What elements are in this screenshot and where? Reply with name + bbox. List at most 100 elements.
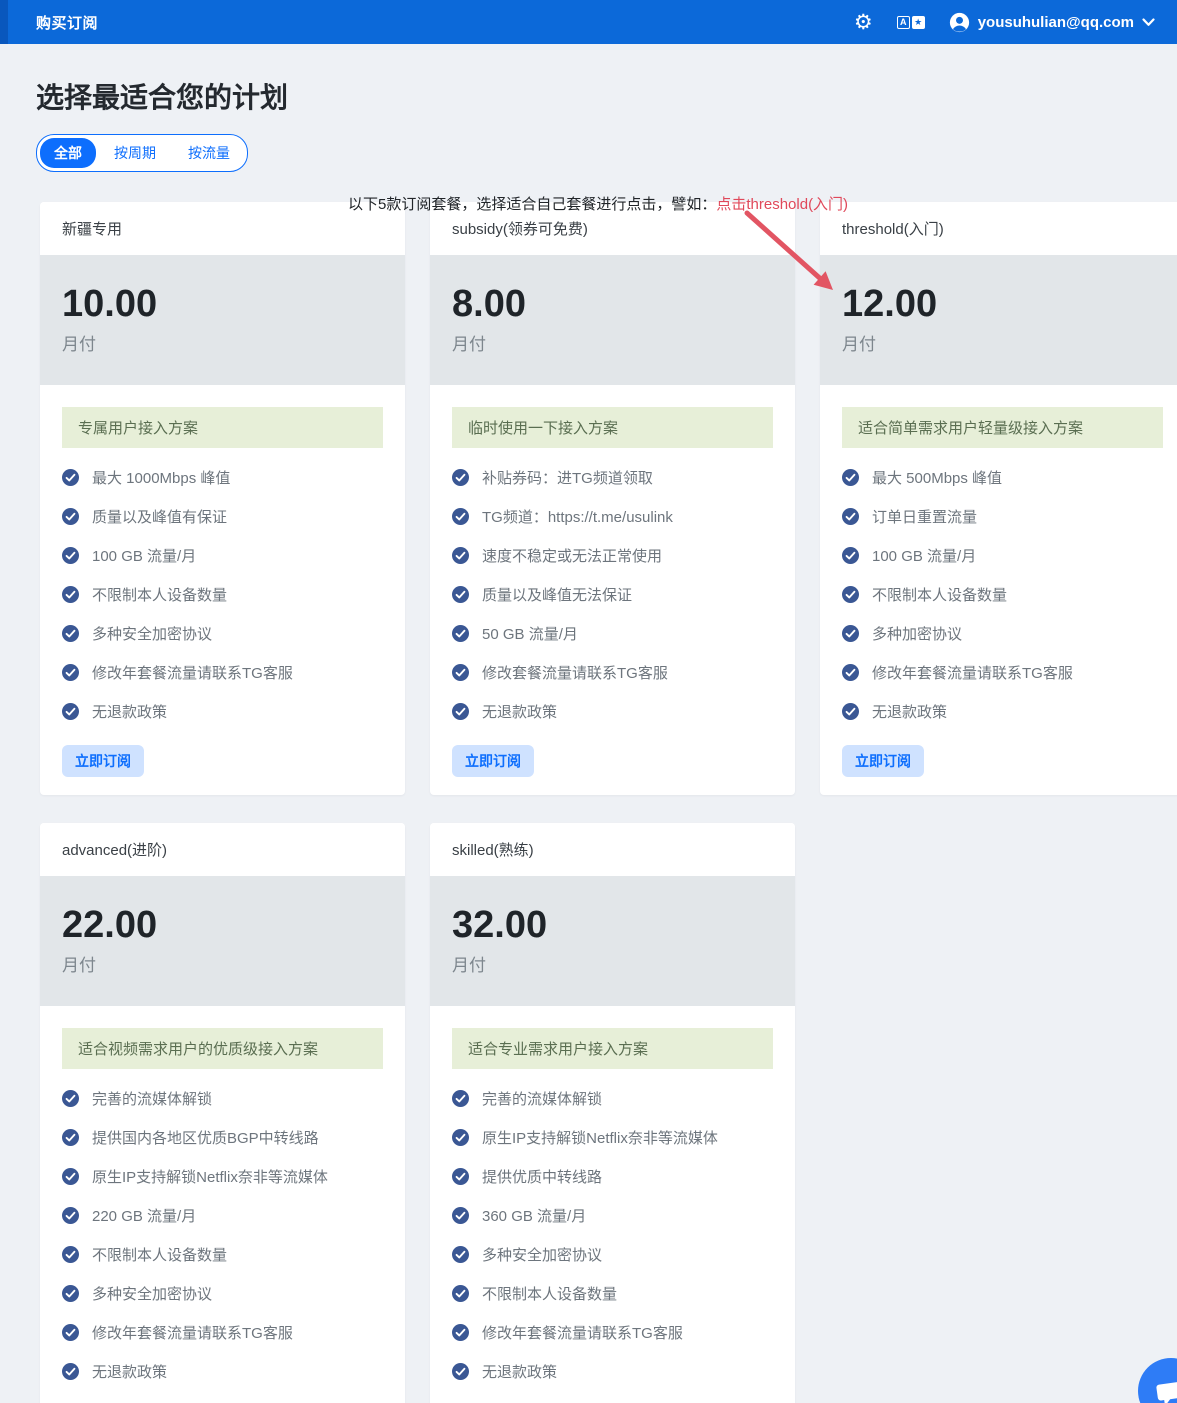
check-circle-icon <box>452 1246 469 1263</box>
language-translate-icon[interactable]: A★ <box>897 16 925 29</box>
plan-banner: 适合专业需求用户接入方案 <box>452 1028 773 1069</box>
feature-text: 50 GB 流量/月 <box>482 623 578 644</box>
hint-text-highlight: 点击threshold(入门) <box>716 196 848 213</box>
feature-text: 修改年套餐流量请联系TG客服 <box>482 1322 683 1343</box>
plan-card[interactable]: subsidy(领券可免费) 8.00 月付 临时使用一下接入方案 补贴券码：进… <box>430 202 795 795</box>
feature-text: 360 GB 流量/月 <box>482 1205 586 1226</box>
feature-text: 完善的流媒体解锁 <box>92 1088 212 1109</box>
feature-text: 多种安全加密协议 <box>92 1283 212 1304</box>
feature-item: 不限制本人设备数量 <box>62 1235 383 1274</box>
check-circle-icon <box>62 1285 79 1302</box>
feature-item: 不限制本人设备数量 <box>452 1274 773 1313</box>
feature-item: 提供国内各地区优质BGP中转线路 <box>62 1118 383 1157</box>
app-title: 购买订阅 <box>36 12 98 33</box>
check-circle-icon <box>452 508 469 525</box>
feature-text: 100 GB 流量/月 <box>92 545 196 566</box>
subscribe-now-button[interactable]: 立即订阅 <box>842 745 924 777</box>
feature-text: 不限制本人设备数量 <box>482 1283 617 1304</box>
feature-item: 无退款政策 <box>62 692 383 731</box>
plan-price-block: 12.00 月付 <box>820 255 1177 385</box>
check-circle-icon <box>62 469 79 486</box>
plan-feature-list: 补贴券码：进TG频道领取TG频道：https://t.me/usulink速度不… <box>452 458 773 731</box>
check-circle-icon <box>62 547 79 564</box>
check-circle-icon <box>62 1207 79 1224</box>
feature-item: 无退款政策 <box>62 1352 383 1391</box>
feature-item: 无退款政策 <box>452 692 773 731</box>
plan-filter-tabs: 全部 按周期 按流量 <box>36 134 248 172</box>
hint-annotation: 以下5款订阅套餐，选择适合自己套餐进行点击，譬如：点击threshold(入门) <box>348 193 848 214</box>
feature-text: 无退款政策 <box>482 701 557 722</box>
hint-text: 以下5款订阅套餐，选择适合自己套餐进行点击，譬如： <box>348 196 716 213</box>
check-circle-icon <box>452 469 469 486</box>
plan-body: 专属用户接入方案 最大 1000Mbps 峰值质量以及峰值有保证100 GB 流… <box>40 385 405 795</box>
feature-text: 速度不稳定或无法正常使用 <box>482 545 662 566</box>
feature-text: 补贴券码：进TG频道领取 <box>482 467 653 488</box>
feature-text: 质量以及峰值有保证 <box>92 506 227 527</box>
subscribe-now-button[interactable]: 立即订阅 <box>62 745 144 777</box>
feature-item: 速度不稳定或无法正常使用 <box>452 536 773 575</box>
plan-price-block: 32.00 月付 <box>430 876 795 1006</box>
check-circle-icon <box>62 703 79 720</box>
page-title: 选择最适合您的计划 <box>36 76 1177 116</box>
feature-item: 最大 1000Mbps 峰值 <box>62 458 383 497</box>
plan-price: 8.00 <box>452 283 773 327</box>
feature-text: 不限制本人设备数量 <box>92 1244 227 1265</box>
plan-billing-period: 月付 <box>62 330 383 355</box>
plan-banner: 适合视频需求用户的优质级接入方案 <box>62 1028 383 1069</box>
plan-card[interactable]: advanced(进阶) 22.00 月付 适合视频需求用户的优质级接入方案 完… <box>40 823 405 1403</box>
feature-text: 提供优质中转线路 <box>482 1166 602 1187</box>
check-circle-icon <box>62 664 79 681</box>
feature-text: 无退款政策 <box>92 701 167 722</box>
feature-text: 多种安全加密协议 <box>92 623 212 644</box>
plan-name: threshold(入门) <box>820 202 1177 255</box>
feature-text: 多种加密协议 <box>872 623 962 644</box>
feature-text: 无退款政策 <box>92 1361 167 1382</box>
feature-text: 订单日重置流量 <box>872 506 977 527</box>
user-email: yousuhulian@qq.com <box>978 14 1134 31</box>
tab-by-period[interactable]: 按周期 <box>100 138 170 168</box>
feature-item: 最大 500Mbps 峰值 <box>842 458 1163 497</box>
feature-item: 原生IP支持解锁Netflix奈非等流媒体 <box>62 1157 383 1196</box>
feature-item: 无退款政策 <box>452 1352 773 1391</box>
plan-card[interactable]: threshold(入门) 12.00 月付 适合简单需求用户轻量级接入方案 最… <box>820 202 1177 795</box>
feature-text: 提供国内各地区优质BGP中转线路 <box>92 1127 319 1148</box>
plan-card[interactable]: 新疆专用 10.00 月付 专属用户接入方案 最大 1000Mbps 峰值质量以… <box>40 202 405 795</box>
header-actions: ⚙ A★ yousuhulian@qq.com <box>854 12 1155 33</box>
feature-item: 不限制本人设备数量 <box>842 575 1163 614</box>
plan-feature-list: 最大 500Mbps 峰值订单日重置流量 100 GB 流量/月不限制本人设备数量… <box>842 458 1163 731</box>
feature-item: 多种加密协议 <box>842 614 1163 653</box>
check-circle-icon <box>842 703 859 720</box>
check-circle-icon <box>62 1324 79 1341</box>
plan-banner: 适合简单需求用户轻量级接入方案 <box>842 407 1163 448</box>
feature-item: 多种安全加密协议 <box>452 1235 773 1274</box>
feature-text: 修改年套餐流量请联系TG客服 <box>92 1322 293 1343</box>
plan-feature-list: 完善的流媒体解锁提供国内各地区优质BGP中转线路原生IP支持解锁Netflix奈… <box>62 1079 383 1391</box>
plan-price: 32.00 <box>452 904 773 948</box>
feature-text: 100 GB 流量/月 <box>872 545 976 566</box>
main-content: 选择最适合您的计划 全部 按周期 按流量 以下5款订阅套餐，选择适合自己套餐进行… <box>0 76 1177 1403</box>
check-circle-icon <box>452 625 469 642</box>
plan-card[interactable]: skilled(熟练) 32.00 月付 适合专业需求用户接入方案 完善的流媒体… <box>430 823 795 1403</box>
plan-banner: 临时使用一下接入方案 <box>452 407 773 448</box>
check-circle-icon <box>62 1363 79 1380</box>
feature-text: 质量以及峰值无法保证 <box>482 584 632 605</box>
tab-by-traffic[interactable]: 按流量 <box>174 138 244 168</box>
plan-price-block: 8.00 月付 <box>430 255 795 385</box>
check-circle-icon <box>452 547 469 564</box>
settings-gear-icon[interactable]: ⚙ <box>854 12 873 33</box>
user-menu[interactable]: yousuhulian@qq.com <box>949 12 1155 33</box>
feature-item: 不限制本人设备数量 <box>62 575 383 614</box>
check-circle-icon <box>452 1285 469 1302</box>
tab-all[interactable]: 全部 <box>40 138 96 168</box>
feature-text: 不限制本人设备数量 <box>92 584 227 605</box>
feature-text: 多种安全加密协议 <box>482 1244 602 1265</box>
subscribe-now-button[interactable]: 立即订阅 <box>452 745 534 777</box>
feature-item: 100 GB 流量/月 <box>842 536 1163 575</box>
check-circle-icon <box>452 664 469 681</box>
check-circle-icon <box>62 1168 79 1185</box>
feature-text: 修改套餐流量请联系TG客服 <box>482 662 668 683</box>
check-circle-icon <box>842 469 859 486</box>
feature-text: 无退款政策 <box>482 1361 557 1382</box>
feature-text: 原生IP支持解锁Netflix奈非等流媒体 <box>482 1127 718 1148</box>
feature-item: 修改年套餐流量请联系TG客服 <box>62 1313 383 1352</box>
